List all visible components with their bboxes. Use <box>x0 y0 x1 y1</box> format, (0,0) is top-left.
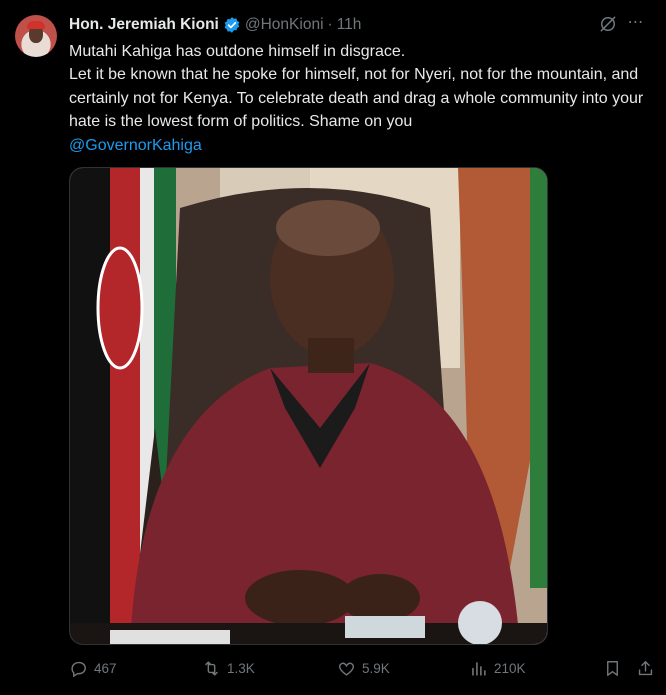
like-button[interactable]: 5.9K <box>337 659 390 678</box>
separator-dot: · <box>327 16 333 33</box>
share-button[interactable] <box>636 659 661 678</box>
avatar[interactable] <box>15 15 57 57</box>
reply-count: 467 <box>94 661 117 676</box>
photo-illustration <box>70 168 547 644</box>
tweet-body: Let it be known that he spoke for himsel… <box>69 66 644 131</box>
repost-count: 1.3K <box>227 661 255 676</box>
views-button[interactable]: 210K <box>469 659 526 678</box>
reply-button[interactable]: 467 <box>69 659 117 678</box>
like-count: 5.9K <box>362 661 390 676</box>
tweet-text: Mutahi Kahiga has outdone himself in dis… <box>69 40 659 157</box>
tweet-line-1: Mutahi Kahiga has outdone himself in dis… <box>69 43 406 60</box>
like-icon <box>339 662 354 676</box>
tweet-header: Hon. Jeremiah Kioni @HonKioni · 11h ⋯ <box>69 14 646 36</box>
verified-badge-icon <box>224 17 240 33</box>
tweet-line-2: Let it be known that he spoke for himsel… <box>69 63 659 157</box>
more-icon[interactable]: ⋯ <box>626 14 646 34</box>
tweet-photo[interactable] <box>69 167 548 645</box>
mention-link[interactable]: @GovernorKahiga <box>69 137 202 154</box>
repost-button[interactable]: 1.3K <box>202 659 255 678</box>
repost-icon <box>205 661 218 676</box>
author-handle[interactable]: @HonKioni <box>245 16 324 34</box>
grok-icon[interactable] <box>598 14 618 34</box>
author-name[interactable]: Hon. Jeremiah Kioni <box>69 16 219 34</box>
bookmark-icon <box>607 661 618 676</box>
reply-icon <box>71 661 86 678</box>
views-count: 210K <box>494 661 526 676</box>
timestamp[interactable]: 11h <box>337 16 362 34</box>
views-icon <box>472 662 486 676</box>
share-icon <box>638 661 653 676</box>
bookmark-button[interactable] <box>603 659 628 678</box>
tweet-actions: 467 1.3K 5.9K 210K <box>69 659 656 683</box>
